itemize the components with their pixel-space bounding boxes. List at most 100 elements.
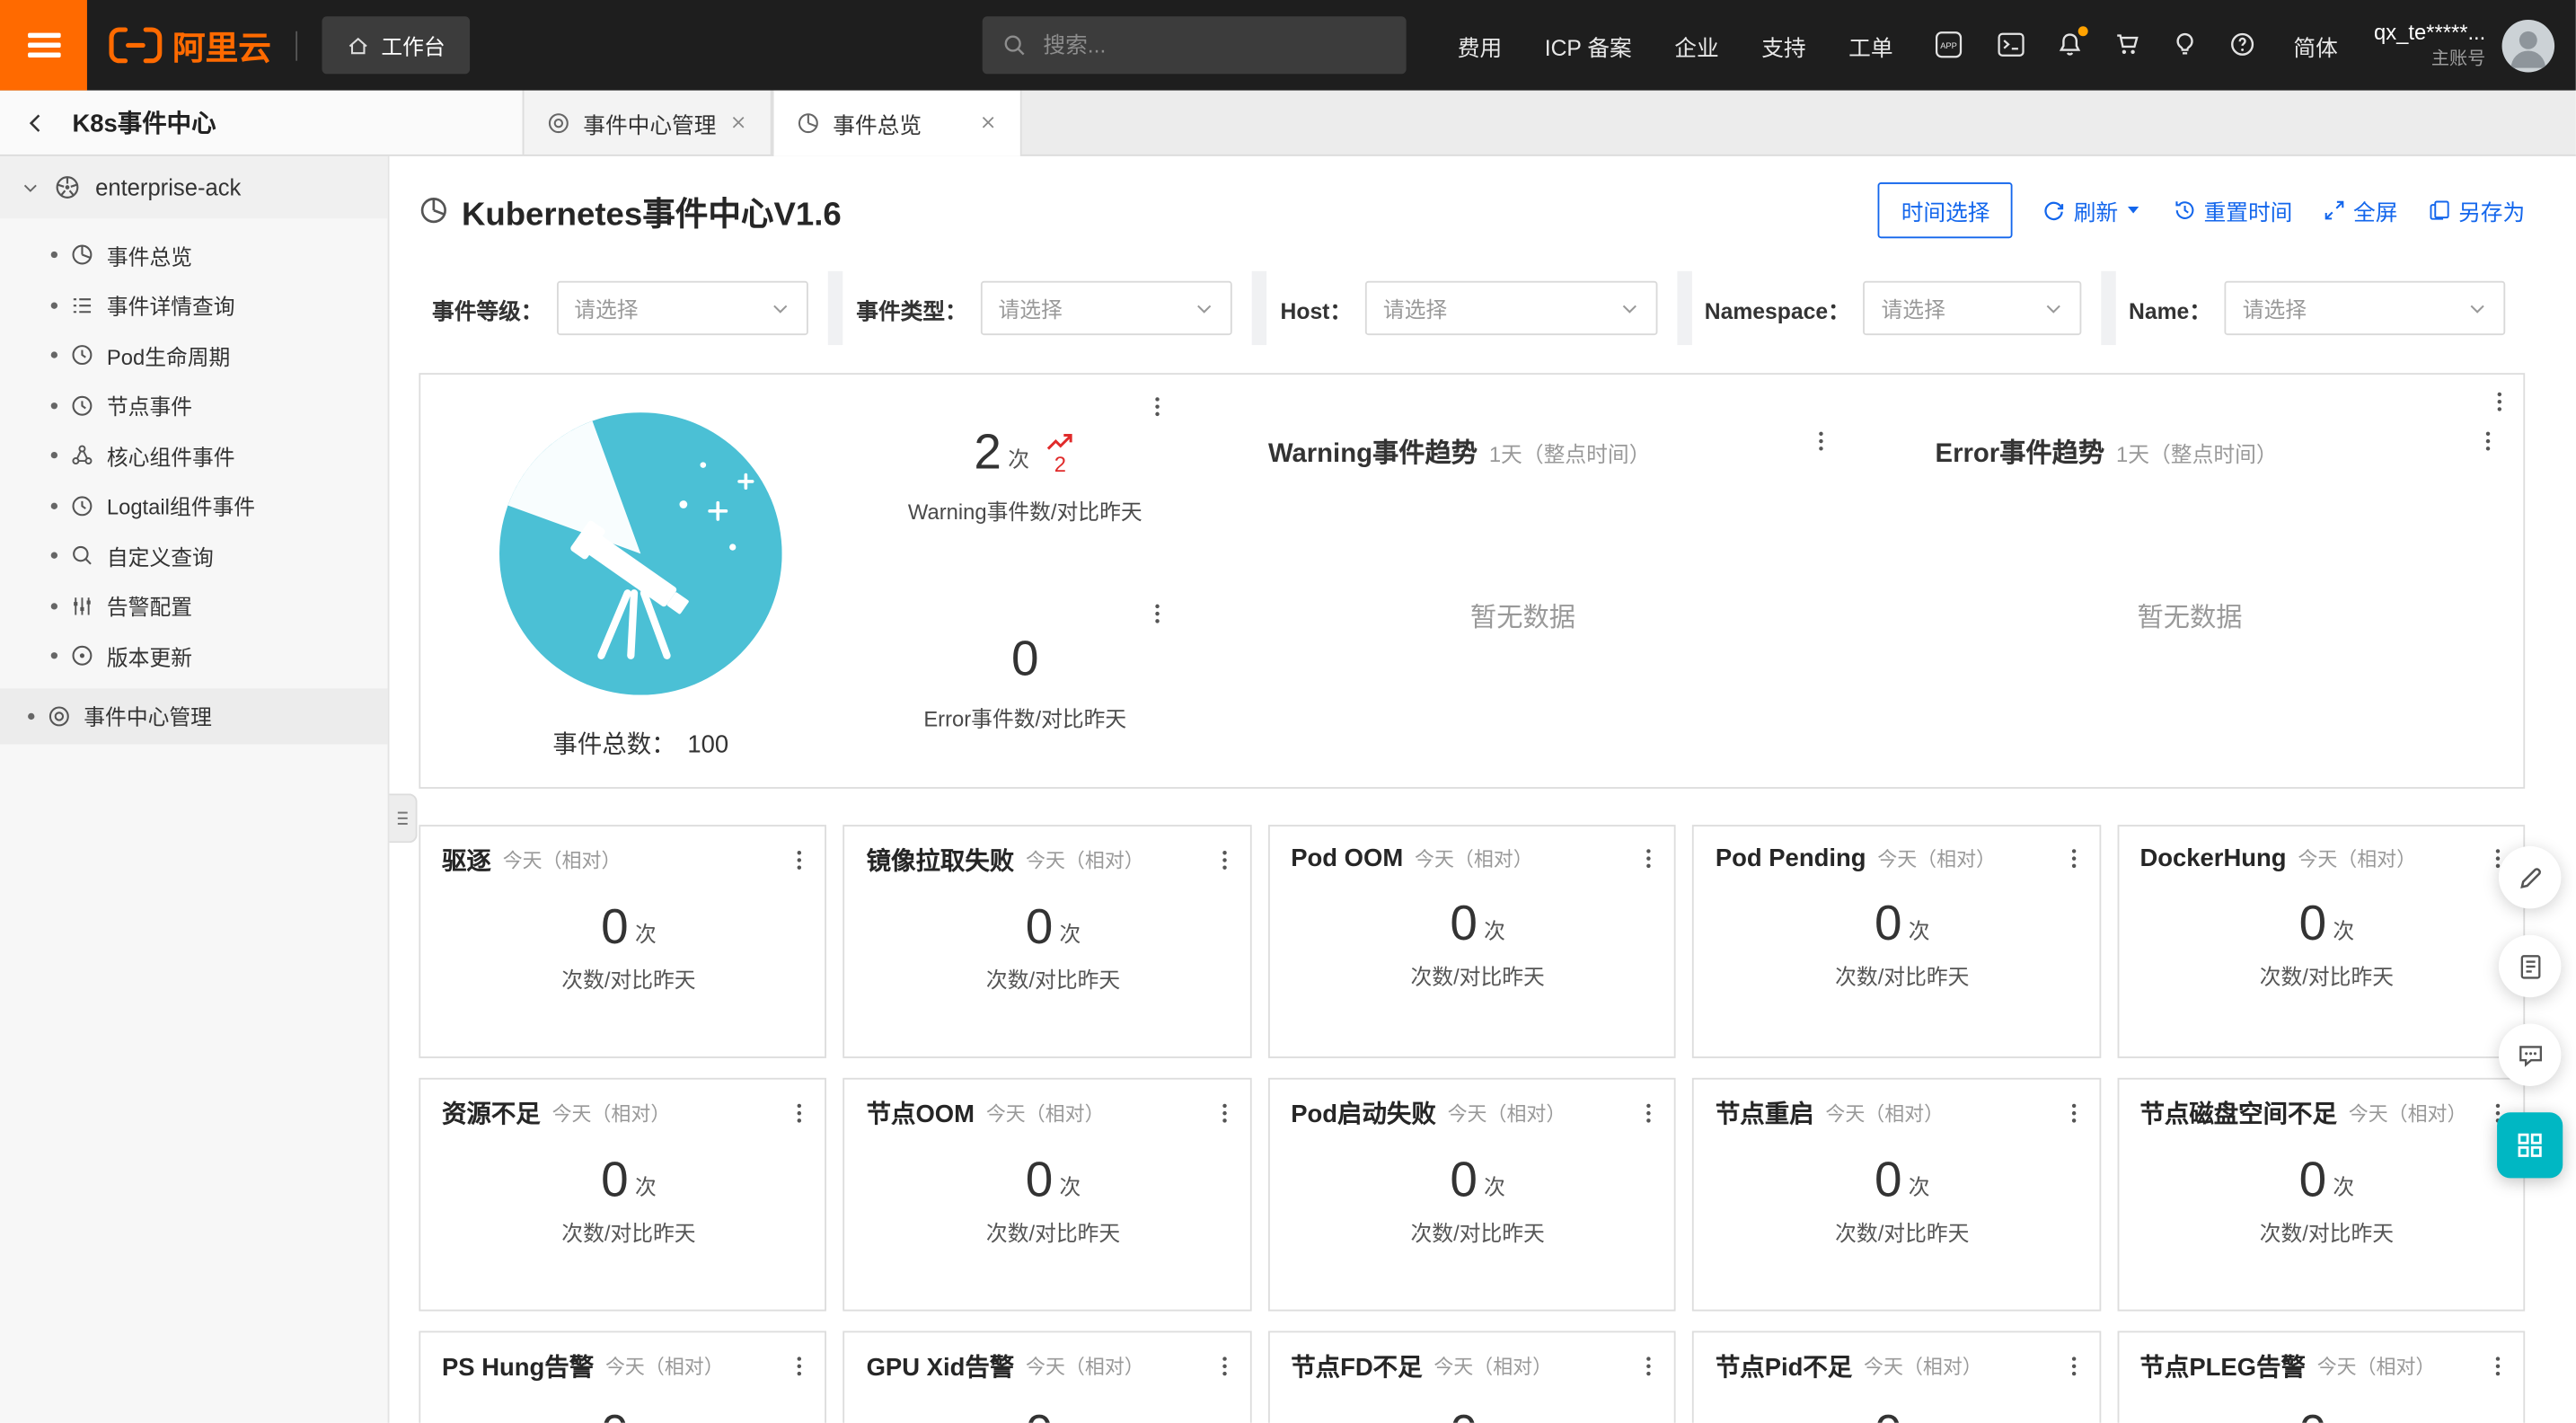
kebab-menu-icon[interactable]	[2058, 1098, 2089, 1129]
dashboard-title: Kubernetes事件中心V1.6	[462, 187, 842, 234]
filter-row: 事件等级： 请选择 事件类型： 请选择 Host： 请选择 Namespace：…	[419, 271, 2525, 345]
bullet	[51, 502, 57, 508]
filter-label: Name：	[2129, 292, 2211, 325]
card-unit: 次	[2333, 914, 2354, 950]
sidebar-item-4[interactable]: 核心组件事件	[0, 430, 388, 481]
kebab-menu-icon[interactable]	[1209, 844, 1240, 876]
tab-0[interactable]: 事件中心管理	[523, 91, 772, 155]
card-value: 0	[1450, 900, 1478, 950]
close-icon[interactable]	[729, 113, 747, 131]
sidebar-item-event-center-management[interactable]: 事件中心管理	[0, 687, 388, 743]
chat-support-button[interactable]	[2499, 1023, 2562, 1086]
reset-time-label: 重置时间	[2204, 194, 2293, 227]
card-subtitle: 今天（相对）	[503, 846, 622, 874]
caret-down-icon	[2124, 201, 2142, 219]
back-button[interactable]	[24, 110, 48, 134]
filter-select[interactable]: 请选择	[1365, 281, 1657, 335]
sidebar-collapse-handle[interactable]	[389, 793, 417, 843]
chevron-down-icon	[771, 298, 790, 318]
kebab-menu-icon[interactable]	[1142, 391, 1173, 422]
card-caption: 次数/对比昨天	[442, 1215, 816, 1247]
card-value: 0	[2299, 900, 2327, 950]
cart-icon[interactable]	[2114, 32, 2140, 58]
overview-counters: 2 次 2 Warning事件数/对比昨天 0	[860, 375, 1189, 787]
kebab-menu-icon[interactable]	[784, 1350, 816, 1382]
kebab-menu-icon[interactable]	[2473, 426, 2504, 457]
select-placeholder: 请选择	[2243, 293, 2467, 324]
save-as-button[interactable]: 另存为	[2427, 194, 2525, 227]
bullet	[51, 302, 57, 308]
sidebar-item-label: 核心组件事件	[107, 440, 235, 472]
lightbulb-icon[interactable]	[2172, 32, 2198, 58]
sidebar-cluster[interactable]: enterprise-ack	[0, 156, 388, 219]
stat-card-5: 资源不足 今天（相对） 0 次 次数/对比昨天	[419, 1078, 826, 1312]
kebab-menu-icon[interactable]	[1209, 1350, 1240, 1382]
filter-label: 事件等级：	[432, 292, 543, 325]
filter-select[interactable]: 请选择	[980, 281, 1232, 335]
notification-bell[interactable]	[2057, 32, 2083, 58]
filter-select[interactable]: 请选择	[556, 281, 808, 335]
card-unit: 次	[2333, 1170, 2354, 1206]
card-title: Pod启动失败	[1291, 1096, 1436, 1130]
error-caption: Error事件数/对比昨天	[923, 702, 1126, 733]
topbar-nav-item-3[interactable]: 支持	[1761, 29, 1805, 62]
topbar-nav-item-0[interactable]: 费用	[1458, 29, 1502, 62]
filter-select[interactable]: 请选择	[1863, 281, 2081, 335]
bullet	[51, 402, 57, 409]
kebab-menu-icon[interactable]	[2058, 1350, 2089, 1382]
kebab-menu-icon[interactable]	[1142, 597, 1173, 629]
sliders-icon	[71, 595, 94, 618]
topbar-nav-item-2[interactable]: 企业	[1674, 29, 1718, 62]
help-icon[interactable]	[2229, 32, 2255, 58]
kebab-menu-icon[interactable]	[1633, 1350, 1664, 1382]
sidebar-item-1[interactable]: 事件详情查询	[0, 280, 388, 331]
kebab-menu-icon[interactable]	[784, 844, 816, 876]
sidebar-item-3[interactable]: 节点事件	[0, 380, 388, 430]
sidebar-item-label: 版本更新	[107, 641, 192, 672]
app-root: 阿里云 工作台 费用 ICP 备案 企业 支持 工单 APP 简体 qx_te*****…	[0, 0, 2576, 1423]
main-content: Kubernetes事件中心V1.6 时间选择 刷新 重置时间 全屏	[389, 156, 2575, 1423]
topbar-nav-item-1[interactable]: ICP 备案	[1545, 29, 1632, 62]
language-switch[interactable]: 简体	[2293, 29, 2337, 62]
kebab-menu-icon[interactable]	[1805, 426, 1837, 457]
card-caption: 次数/对比昨天	[2139, 1215, 2513, 1247]
docs-button[interactable]	[2499, 935, 2562, 998]
hamburger-menu-button[interactable]	[0, 0, 87, 91]
clock-icon	[71, 344, 94, 367]
close-icon[interactable]	[979, 113, 997, 131]
sidebar-item-0[interactable]: 事件总览	[0, 230, 388, 280]
topbar-nav-item-4[interactable]: 工单	[1848, 29, 1892, 62]
kebab-menu-icon[interactable]	[1633, 843, 1664, 874]
sidebar-item-2[interactable]: Pod生命周期	[0, 331, 388, 381]
workbench-button[interactable]: 工作台	[322, 16, 470, 74]
refresh-button[interactable]: 刷新	[2042, 194, 2143, 227]
tab-1[interactable]: 事件总览	[772, 91, 1022, 155]
kebab-menu-icon[interactable]	[784, 1098, 816, 1129]
account-type: 主账号	[2374, 48, 2485, 71]
feedback-edit-button[interactable]	[2499, 846, 2562, 909]
fullscreen-button[interactable]: 全屏	[2322, 194, 2397, 227]
app-market-icon[interactable]: APP	[1934, 30, 1964, 60]
filter-select[interactable]: 请选择	[2225, 281, 2506, 335]
search-input[interactable]	[1040, 31, 1387, 59]
kebab-menu-icon[interactable]	[2483, 1350, 2514, 1382]
reset-time-button[interactable]: 重置时间	[2173, 194, 2293, 227]
sidebar-item-6[interactable]: 自定义查询	[0, 531, 388, 581]
sidebar-item-5[interactable]: Logtail组件事件	[0, 481, 388, 531]
time-select-button[interactable]: 时间选择	[1878, 182, 2013, 238]
cloudshell-icon[interactable]	[1996, 30, 2026, 60]
kebab-menu-icon[interactable]	[1209, 1098, 1240, 1129]
card-subtitle: 今天（相对）	[1415, 844, 1533, 872]
aliyun-logo[interactable]: 阿里云	[109, 22, 271, 69]
pie-icon	[419, 196, 448, 225]
account-info[interactable]: qx_te*****... 主账号	[2374, 20, 2485, 71]
kebab-menu-icon[interactable]	[2058, 843, 2089, 874]
card-title: 节点磁盘空间不足	[2139, 1096, 2337, 1130]
sidebar-item-7[interactable]: 告警配置	[0, 581, 388, 632]
sidebar-item-8[interactable]: 版本更新	[0, 631, 388, 681]
avatar[interactable]	[2502, 19, 2555, 72]
widget-panel-button[interactable]	[2497, 1112, 2563, 1178]
kebab-menu-icon[interactable]	[1633, 1098, 1664, 1129]
global-search[interactable]	[983, 16, 1407, 74]
card-subtitle: 今天（相对）	[2317, 1352, 2436, 1380]
